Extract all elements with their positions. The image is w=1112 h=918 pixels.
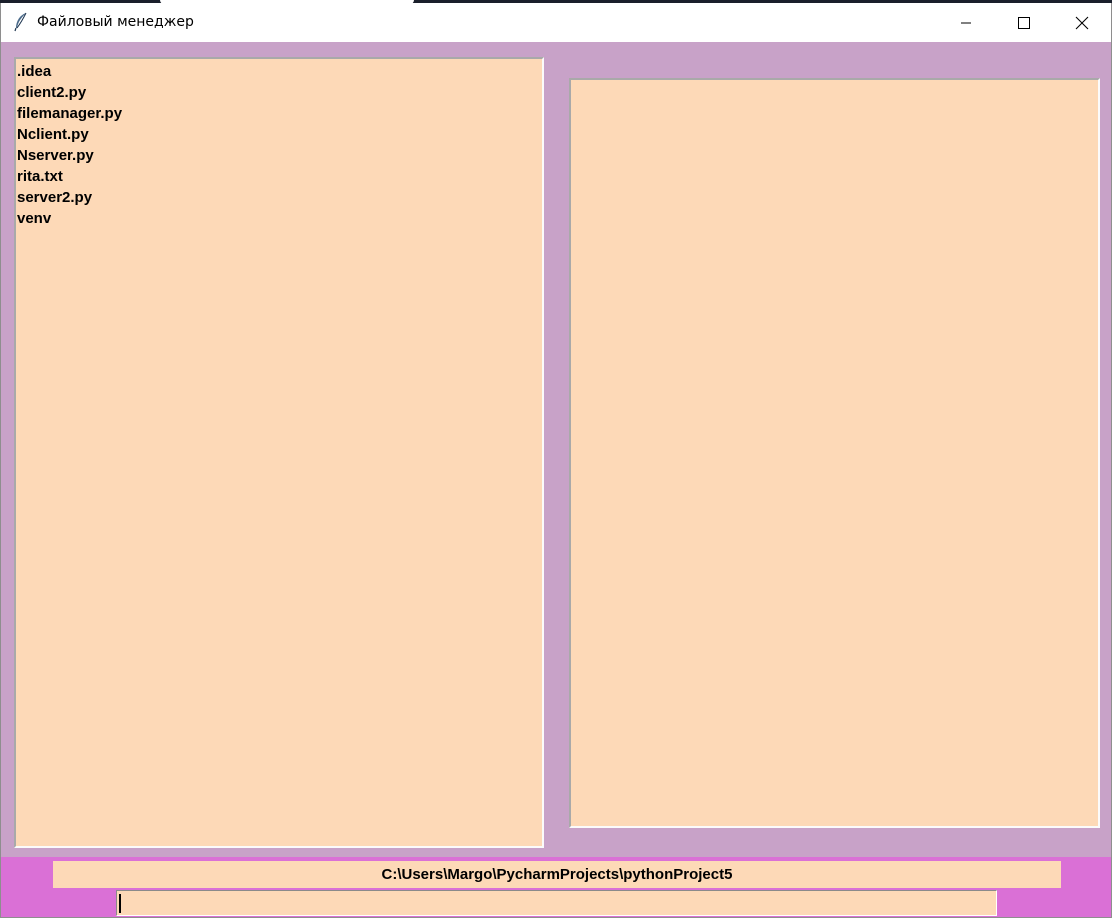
list-item[interactable]: .idea bbox=[17, 61, 542, 82]
file-listbox[interactable]: .idea client2.py filemanager.py Nclient.… bbox=[14, 57, 544, 848]
list-item[interactable]: Nclient.py bbox=[17, 124, 542, 145]
text-caret bbox=[119, 894, 121, 913]
client-area: .idea client2.py filemanager.py Nclient.… bbox=[1, 42, 1111, 857]
list-item[interactable]: filemanager.py bbox=[17, 103, 542, 124]
file-preview-text[interactable] bbox=[569, 78, 1100, 828]
bottom-bar: C:\Users\Margo\PycharmProjects\pythonPro… bbox=[1, 857, 1111, 917]
title-bar[interactable]: Файловый менеджер bbox=[1, 3, 1111, 42]
maximize-icon bbox=[1018, 17, 1030, 29]
list-item[interactable]: Nserver.py bbox=[17, 145, 542, 166]
window-title: Файловый менеджер bbox=[37, 14, 194, 30]
close-icon bbox=[1075, 16, 1089, 30]
app-window: Файловый менеджер .idea client2.py filem… bbox=[0, 3, 1112, 918]
feather-icon bbox=[13, 12, 29, 32]
maximize-button[interactable] bbox=[995, 3, 1053, 42]
list-item[interactable]: rita.txt bbox=[17, 166, 542, 187]
list-item[interactable]: venv bbox=[17, 208, 542, 229]
command-input[interactable] bbox=[116, 890, 997, 916]
minimize-button[interactable] bbox=[937, 3, 995, 42]
minimize-icon bbox=[961, 22, 971, 24]
list-item[interactable]: server2.py bbox=[17, 187, 542, 208]
list-item[interactable]: client2.py bbox=[17, 82, 542, 103]
close-button[interactable] bbox=[1053, 3, 1111, 42]
current-path-label: C:\Users\Margo\PycharmProjects\pythonPro… bbox=[53, 861, 1061, 888]
